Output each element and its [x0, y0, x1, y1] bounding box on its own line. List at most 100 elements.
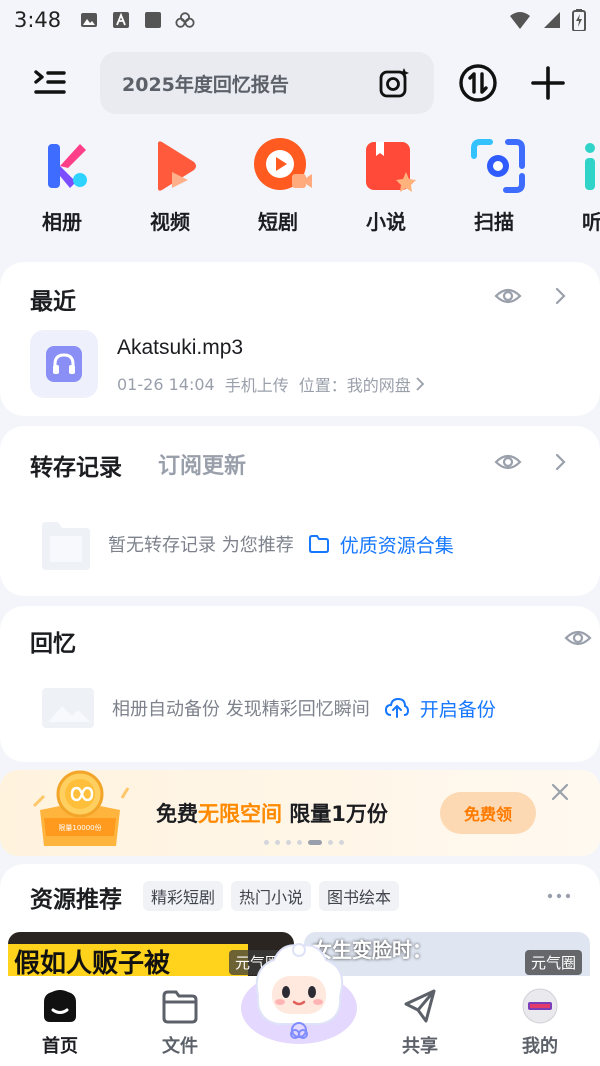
nav-label: 共享 [402, 1036, 438, 1057]
add-button[interactable] [526, 61, 570, 105]
video-play-icon [158, 141, 196, 191]
nav-label: 文件 [162, 1036, 198, 1057]
carousel-dot [264, 840, 269, 845]
search-placeholder: 2025年度回忆报告 [122, 73, 289, 96]
transfer-sync-icon [459, 64, 497, 102]
chevron-right-icon [416, 377, 424, 391]
chevron-right-icon[interactable] [550, 286, 570, 306]
folder-icon [162, 990, 198, 1024]
menu-button[interactable] [18, 51, 82, 115]
chevron-right-icon[interactable] [550, 452, 570, 472]
file-source: 手机上传 [224, 376, 289, 395]
carousel-dot [328, 840, 333, 845]
banner-text-suffix: 限量1万份 [282, 802, 388, 826]
file-meta: 01-26 14:04 手机上传 位置：我的网盘 [117, 372, 425, 396]
nav-home[interactable]: 首页 [0, 976, 120, 1066]
app-label: 短剧 [258, 210, 298, 234]
transfer-title[interactable]: 转存记录 [30, 448, 122, 482]
gallery-notification-icon [81, 13, 98, 27]
memory-empty-state: 相册自动备份 发现精彩回忆瞬间 开启备份 [38, 680, 496, 736]
carousel-dot [339, 840, 344, 845]
file-date: 01-26 14:04 [117, 374, 215, 394]
square-notification-icon [145, 12, 162, 28]
app-label: 视频 [150, 210, 190, 234]
status-bar: 3:48 [0, 0, 600, 40]
avatar [522, 988, 558, 1024]
status-time: 3:48 [14, 8, 62, 32]
wifi-icon [510, 12, 530, 29]
enable-backup-link[interactable]: 开启备份 [420, 695, 496, 722]
memory-card: 回忆 相册自动备份 发现精彩回忆瞬间 开启备份 [0, 606, 600, 762]
nav-files[interactable]: 文件 [120, 976, 240, 1066]
tab-picture-book[interactable]: 图书绘本 [319, 881, 400, 911]
send-share-icon [404, 989, 436, 1023]
banner-art-caption: 限量10000份 [58, 823, 101, 832]
scan-icon [471, 139, 525, 193]
memory-title: 回忆 [30, 631, 76, 657]
transfer-empty-state: 暂无转存记录 为您推荐 优质资源合集 [38, 516, 454, 572]
cloud-app-notification-icon [175, 12, 195, 28]
tab-hot-novel[interactable]: 热门小说 [231, 881, 312, 911]
gift-box-coin-icon: 限量10000份 [32, 770, 130, 846]
app-label: 扫描 [474, 210, 514, 234]
nav-profile[interactable]: 我的 [480, 976, 600, 1066]
ai-assistant-mascot-button[interactable] [238, 938, 360, 1046]
image-scan-button[interactable] [376, 65, 412, 101]
novel-book-icon [366, 142, 416, 192]
app-label: 听 [582, 210, 600, 234]
source-tag: 元气圈 [524, 950, 582, 975]
image-scan-icon [379, 68, 409, 98]
nav-share[interactable]: 共享 [360, 976, 480, 1066]
app-label: 相册 [42, 210, 82, 234]
carousel-dot [275, 840, 280, 845]
search-box[interactable]: 2025年度回忆报告 [100, 52, 434, 114]
carousel-dot [286, 840, 291, 845]
transfer-record-card: 转存记录 订阅更新 暂无转存记录 为您推荐 优质资源合集 [0, 426, 600, 596]
quick-apps-row: 相册 视频 短剧 小说 扫描 听 [0, 128, 600, 246]
app-label: 小说 [366, 210, 406, 234]
file-location[interactable]: 位置：我的网盘 [299, 372, 411, 396]
banner-text-prefix: 免费 [156, 802, 198, 826]
cellular-signal-icon [544, 12, 560, 28]
app-short-drama[interactable]: 短剧 [246, 128, 354, 246]
header: 2025年度回忆报告 [0, 40, 600, 126]
short-drama-icon [254, 138, 312, 190]
eye-icon[interactable] [494, 448, 522, 476]
app-photo-album[interactable]: 相册 [30, 128, 138, 246]
carousel-dot [297, 840, 302, 845]
recent-title: 最近 [30, 289, 76, 315]
app-video[interactable]: 视频 [138, 128, 246, 246]
more-icon[interactable] [546, 886, 572, 906]
headphones-icon [46, 346, 82, 382]
free-claim-button[interactable]: 免费领 [440, 792, 536, 834]
app-scan[interactable]: 扫描 [462, 128, 570, 246]
carousel-dot-active [308, 840, 322, 845]
resource-tabs: 精彩短剧 热门小说 图书绘本 [143, 881, 400, 911]
banner-text: 免费无限空间 限量1万份 [156, 798, 388, 828]
app-novel[interactable]: 小说 [354, 128, 462, 246]
tab-short-drama[interactable]: 精彩短剧 [143, 881, 224, 911]
resource-title: 资源推荐 [30, 887, 122, 913]
close-icon[interactable] [550, 782, 570, 802]
nav-label: 首页 [42, 1036, 78, 1057]
photo-album-icon [48, 144, 87, 188]
banner-text-highlight: 无限空间 [198, 802, 282, 826]
folder-icon [308, 535, 329, 553]
eye-icon[interactable] [494, 282, 522, 310]
file-name[interactable]: Akatsuki.mp3 [117, 336, 243, 360]
transfer-list-button[interactable] [456, 61, 500, 105]
memory-empty-text: 相册自动备份 发现精彩回忆瞬间 [112, 699, 370, 720]
audio-file-thumbnail[interactable] [30, 330, 98, 398]
subscription-update-tab[interactable]: 订阅更新 [158, 448, 246, 480]
battery-charging-icon [572, 9, 586, 31]
eye-icon[interactable] [564, 624, 592, 652]
system-status-icons [508, 9, 586, 31]
app-listen[interactable]: 听 [570, 128, 600, 246]
cloud-upload-icon [384, 697, 409, 718]
carousel-indicator [264, 840, 344, 845]
menu-icon [34, 70, 66, 94]
quality-resources-link[interactable]: 优质资源合集 [340, 531, 454, 558]
listen-icon [585, 143, 595, 190]
empty-folder-icon [42, 522, 90, 570]
plus-icon [531, 66, 565, 100]
